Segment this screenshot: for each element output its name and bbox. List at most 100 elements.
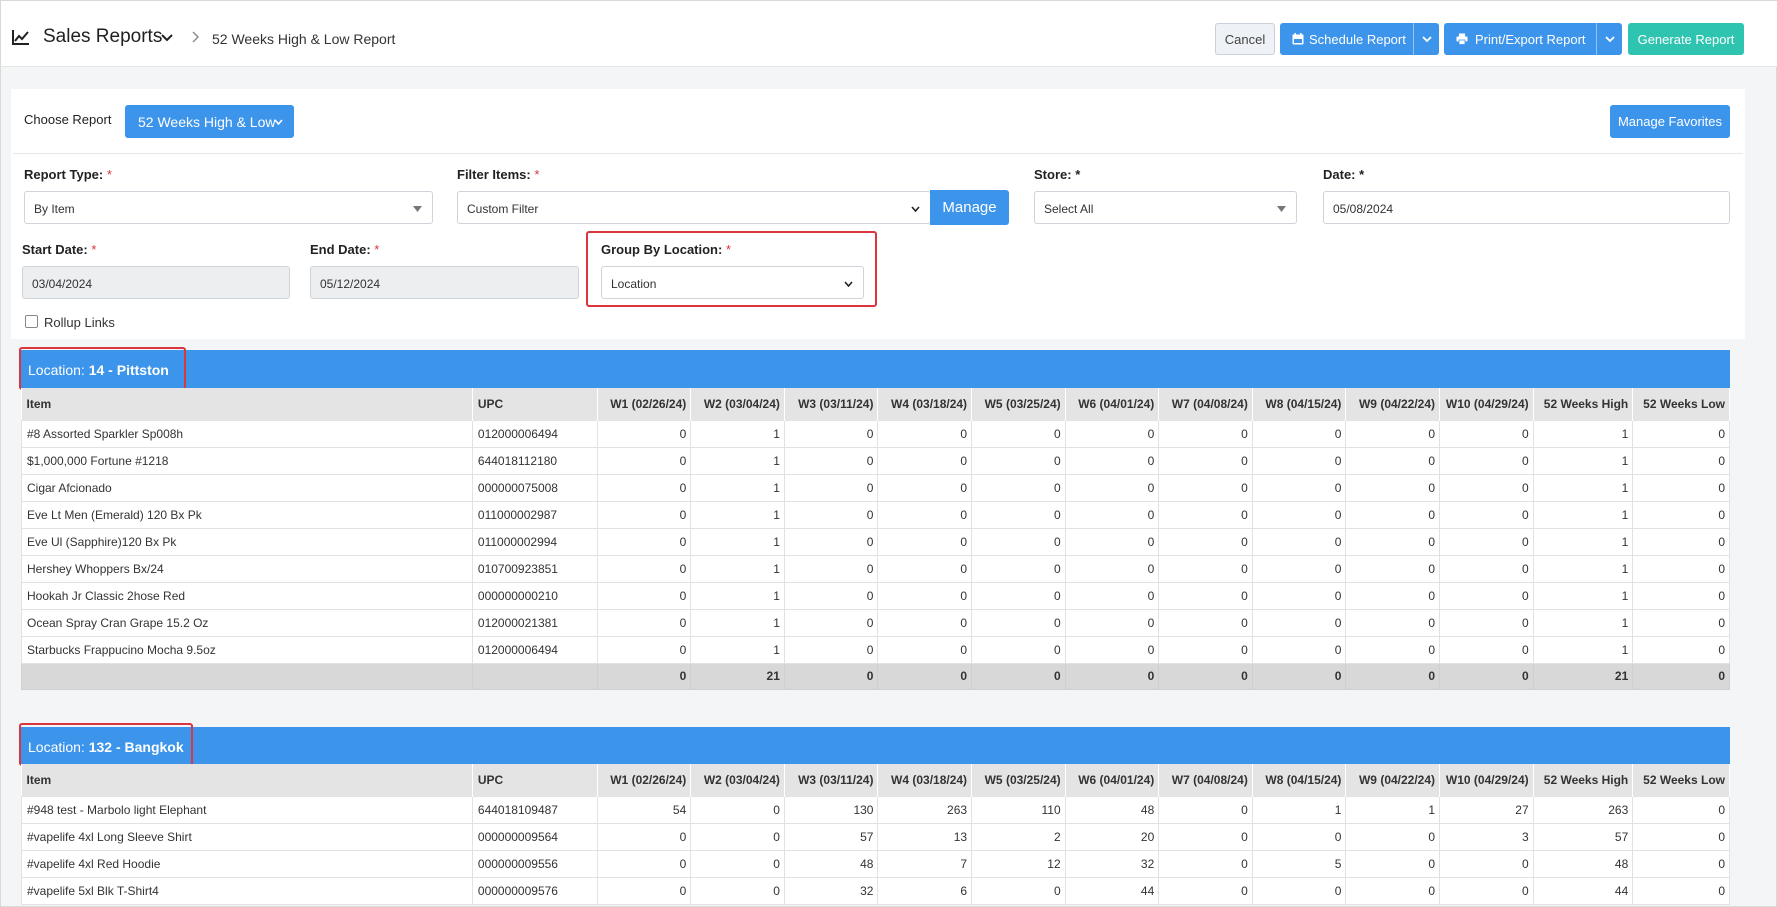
item-name-cell: Cigar Afcionado — [21, 473, 473, 502]
value-cell: 0 — [690, 822, 785, 851]
value-cell: 263 — [877, 795, 973, 824]
value-cell: 6 — [877, 876, 973, 905]
total-cell: 21 — [690, 662, 785, 690]
schedule-report-button[interactable]: Schedule Report — [1280, 23, 1439, 55]
column-header[interactable]: W2 (03/04/24) — [690, 764, 785, 796]
date-input[interactable]: 05/08/2024 — [1323, 191, 1730, 224]
column-header[interactable]: W7 (04/08/24) — [1158, 764, 1253, 796]
generate-report-button[interactable]: Generate Report — [1628, 23, 1744, 55]
table-row[interactable]: Starbucks Frappucino Mocha 9.5oz 01200000… — [21, 635, 1730, 664]
item-name-cell: Eve Lt Men (Emerald) 120 Bx Pk — [21, 500, 473, 529]
column-header[interactable]: W4 (03/18/24) — [877, 388, 973, 420]
column-header[interactable]: W10 (04/29/24) — [1439, 388, 1534, 420]
column-header[interactable]: 52 Weeks High — [1533, 764, 1634, 796]
value-cell: 1 — [1532, 554, 1634, 583]
column-header[interactable]: W3 (03/11/24) — [784, 388, 879, 420]
upc-cell: 011000002987 — [471, 500, 598, 529]
report-type-select[interactable]: By Item — [24, 191, 433, 224]
value-cell: 0 — [596, 527, 692, 556]
value-cell: 0 — [783, 446, 879, 475]
value-cell: 0 — [596, 446, 692, 475]
column-header[interactable]: UPC — [472, 764, 598, 796]
column-header[interactable]: UPC — [472, 388, 598, 420]
print-export-label: Print/Export Report — [1475, 32, 1586, 47]
value-cell: 5 — [1251, 849, 1347, 878]
start-date-value: 03/04/2024 — [32, 277, 93, 291]
table-row[interactable]: Hershey Whoppers Bx/24 010700923851 0 1 0 0 0 0… — [21, 554, 1730, 583]
date-value: 05/08/2024 — [1333, 202, 1394, 216]
table-row[interactable]: #vapelife 4xl Red Hoodie 000000009556 0 0 48… — [21, 849, 1730, 878]
value-cell: 1 — [1532, 446, 1634, 475]
value-cell: 0 — [1251, 635, 1347, 664]
value-cell: 0 — [1064, 473, 1160, 502]
value-cell: 1 — [690, 554, 785, 583]
column-header[interactable]: W6 (04/01/24) — [1065, 764, 1160, 796]
column-header[interactable]: Item — [21, 388, 473, 420]
choose-report-dropdown[interactable]: 52 Weeks High & Low — [125, 105, 294, 138]
column-header[interactable]: W8 (04/15/24) — [1252, 388, 1347, 420]
column-header[interactable]: W5 (03/25/24) — [971, 388, 1066, 420]
column-header[interactable]: 52 Weeks High — [1533, 388, 1634, 420]
value-cell: 0 — [1158, 822, 1253, 851]
value-cell: 0 — [783, 554, 879, 583]
table-row[interactable]: #8 Assorted Sparkler Sp008h 012000006494 0… — [21, 419, 1730, 448]
column-header[interactable]: Item — [21, 764, 473, 796]
breadcrumb-separator-icon — [192, 31, 199, 43]
column-header[interactable]: W7 (04/08/24) — [1158, 388, 1253, 420]
column-header[interactable]: W1 (02/26/24) — [597, 764, 692, 796]
column-header[interactable]: 52 Weeks Low — [1632, 764, 1730, 796]
column-header[interactable]: W6 (04/01/24) — [1065, 388, 1160, 420]
column-header[interactable]: W1 (02/26/24) — [597, 388, 692, 420]
rollup-links-checkbox[interactable] — [25, 315, 38, 328]
value-cell: 0 — [1632, 822, 1730, 851]
table-row[interactable]: Ocean Spray Cran Grape 15.2 Oz 0120000213… — [21, 608, 1730, 637]
panel-divider — [13, 153, 1743, 154]
column-header[interactable]: W3 (03/11/24) — [784, 764, 879, 796]
chevron-down-icon[interactable] — [161, 33, 173, 43]
location-highlight — [19, 723, 193, 766]
table-row[interactable]: Eve Lt Men (Emerald) 120 Bx Pk 0110000029… — [21, 500, 1730, 529]
group-by-select[interactable]: Location — [601, 266, 864, 299]
value-cell: 0 — [1251, 527, 1347, 556]
value-cell: 0 — [971, 581, 1066, 610]
cancel-button[interactable]: Cancel — [1215, 23, 1275, 55]
manage-favorites-button[interactable]: Manage Favorites — [1610, 105, 1730, 138]
table-row[interactable]: #vapelife 5xl Blk T-Shirt4 000000009576 0 0… — [21, 876, 1730, 905]
store-select[interactable]: Select All — [1034, 191, 1297, 224]
column-header[interactable]: W10 (04/29/24) — [1439, 764, 1534, 796]
filter-items-select[interactable]: Custom Filter — [457, 191, 931, 224]
value-cell: 1 — [1532, 527, 1634, 556]
column-header[interactable]: W4 (03/18/24) — [877, 764, 973, 796]
value-cell: 0 — [1632, 500, 1730, 529]
page-title[interactable]: Sales Reports — [43, 26, 162, 48]
value-cell: 0 — [783, 473, 879, 502]
table-row[interactable]: Hookah Jr Classic 2hose Red 000000000210 0… — [21, 581, 1730, 610]
value-cell: 0 — [596, 473, 692, 502]
table-row[interactable]: #vapelife 4xl Long Sleeve Shirt 000000009… — [21, 822, 1730, 851]
end-date-input[interactable]: 05/12/2024 — [310, 266, 579, 299]
column-header[interactable]: W2 (03/04/24) — [690, 388, 785, 420]
column-header[interactable]: W9 (04/22/24) — [1345, 764, 1441, 796]
schedule-dropdown-toggle[interactable] — [1413, 23, 1439, 55]
value-cell: 110 — [971, 795, 1066, 824]
table-row[interactable]: Eve Ul (Sapphire)120 Bx Pk 011000002994 0 1… — [21, 527, 1730, 556]
value-cell: 1 — [690, 500, 785, 529]
print-dropdown-toggle[interactable] — [1596, 23, 1622, 55]
value-cell: 0 — [1439, 527, 1534, 556]
manage-filter-button[interactable]: Manage — [930, 190, 1009, 225]
print-export-button[interactable]: Print/Export Report — [1444, 23, 1622, 55]
generate-report-label: Generate Report — [1637, 31, 1735, 47]
value-cell: 54 — [596, 795, 692, 824]
column-header[interactable]: W5 (03/25/24) — [971, 764, 1066, 796]
total-cell: 0 — [877, 662, 973, 690]
table-row[interactable]: Cigar Afcionado 000000075008 0 1 0 0 0 0 0 0 0 0 1 0 — [21, 473, 1730, 502]
value-cell: 0 — [1064, 581, 1160, 610]
table-row[interactable]: $1,000,000 Fortune #1218 644018112180 0 1 0 0… — [21, 446, 1730, 475]
start-date-input[interactable]: 03/04/2024 — [22, 266, 290, 299]
manage-favorites-label: Manage Favorites — [1617, 114, 1723, 129]
column-header[interactable]: 52 Weeks Low — [1632, 388, 1730, 420]
column-header[interactable]: W9 (04/22/24) — [1345, 388, 1441, 420]
table-row[interactable]: #948 test - Marbolo light Elephant 644018… — [21, 795, 1730, 824]
column-header[interactable]: W8 (04/15/24) — [1252, 764, 1347, 796]
store-value: Select All — [1044, 202, 1094, 216]
